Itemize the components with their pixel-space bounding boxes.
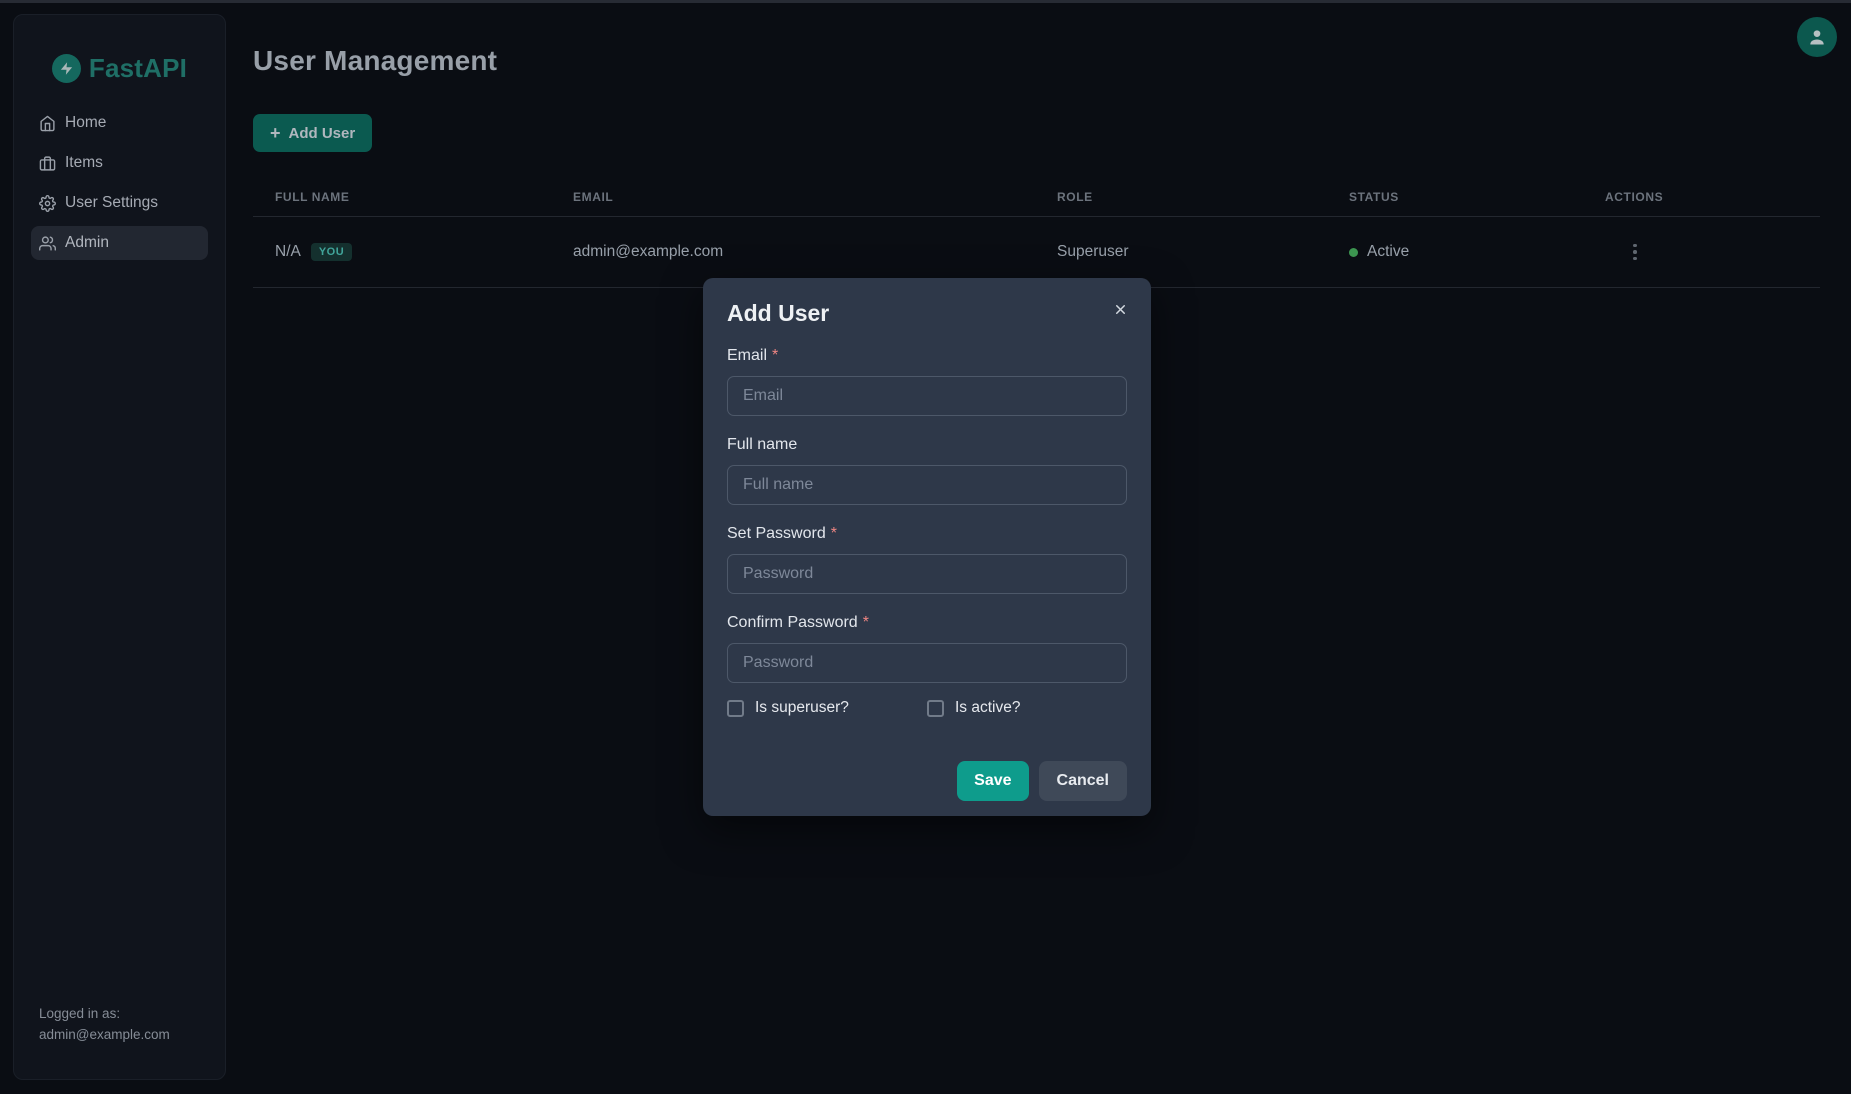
sidebar-item-items[interactable]: Items	[31, 146, 208, 180]
set-password-label: Set Password*	[727, 524, 1127, 544]
logged-in-footer: Logged in as: admin@example.com	[39, 1003, 170, 1045]
cancel-button[interactable]: Cancel	[1039, 761, 1127, 801]
set-password-field-group: Set Password*	[727, 524, 1127, 594]
sidebar-item-label: Admin	[65, 234, 109, 252]
column-header-email: EMAIL	[551, 190, 1035, 216]
modal-title: Add User	[727, 300, 1127, 327]
confirm-password-label: Confirm Password*	[727, 613, 1127, 633]
is-superuser-label: Is superuser?	[755, 699, 849, 717]
modal-actions: Save Cancel	[727, 761, 1127, 801]
sidebar-item-label: User Settings	[65, 194, 158, 212]
is-superuser-checkbox[interactable]	[727, 700, 744, 717]
column-header-full-name: FULL NAME	[253, 190, 551, 216]
active-status-dot-icon	[1349, 248, 1358, 257]
logged-in-email: admin@example.com	[39, 1024, 170, 1045]
add-user-button-label: Add User	[289, 125, 356, 142]
sidebar-item-label: Home	[65, 114, 106, 132]
cell-status: Active	[1327, 243, 1583, 261]
cell-email: admin@example.com	[551, 243, 1035, 261]
is-active-checkbox[interactable]	[927, 700, 944, 717]
full-name-label: Full name	[727, 435, 1127, 455]
lightning-bolt-icon	[52, 54, 81, 83]
is-active-checkbox-group[interactable]: Is active?	[927, 699, 1127, 717]
column-header-status: STATUS	[1327, 190, 1583, 216]
full-name-input[interactable]	[727, 465, 1127, 505]
sidebar-item-home[interactable]: Home	[31, 106, 208, 140]
close-button[interactable]	[1106, 295, 1134, 323]
status-value: Active	[1367, 243, 1409, 261]
cell-role: Superuser	[1035, 243, 1327, 261]
page-title: User Management	[253, 0, 1820, 78]
confirm-password-field-group: Confirm Password*	[727, 613, 1127, 683]
cell-actions	[1583, 240, 1820, 265]
sidebar-item-label: Items	[65, 154, 103, 172]
save-button[interactable]: Save	[957, 761, 1028, 801]
column-header-role: ROLE	[1035, 190, 1327, 216]
email-field-group: Email*	[727, 346, 1127, 416]
email-input[interactable]	[727, 376, 1127, 416]
checkbox-row: Is superuser? Is active?	[727, 699, 1127, 717]
set-password-input[interactable]	[727, 554, 1127, 594]
full-name-value: N/A	[275, 243, 301, 261]
is-superuser-checkbox-group[interactable]: Is superuser?	[727, 699, 927, 717]
add-user-button[interactable]: + Add User	[253, 114, 372, 152]
logged-in-label: Logged in as:	[39, 1003, 170, 1024]
required-asterisk: *	[863, 614, 869, 631]
users-table: FULL NAME EMAIL ROLE STATUS ACTIONS N/A …	[253, 190, 1820, 288]
add-user-modal: Add User Email* Full name Set Password* …	[703, 278, 1151, 816]
sidebar-item-admin[interactable]: Admin	[31, 226, 208, 260]
users-icon	[39, 235, 56, 252]
close-icon	[1113, 302, 1128, 317]
email-label: Email*	[727, 346, 1127, 366]
plus-icon: +	[270, 124, 281, 142]
table-header-row: FULL NAME EMAIL ROLE STATUS ACTIONS	[253, 190, 1820, 217]
confirm-password-input[interactable]	[727, 643, 1127, 683]
kebab-menu-icon[interactable]	[1629, 240, 1641, 265]
required-asterisk: *	[831, 525, 837, 542]
briefcase-icon	[39, 155, 56, 172]
account-menu-button[interactable]	[1797, 17, 1837, 57]
gear-icon	[39, 195, 56, 212]
you-badge: YOU	[311, 243, 352, 261]
is-active-label: Is active?	[955, 699, 1020, 717]
sidebar-nav: Home Items User Settings Admin	[14, 106, 225, 260]
column-header-actions: ACTIONS	[1583, 190, 1820, 216]
brand-logo: FastAPI	[14, 53, 225, 84]
top-edge-strip	[0, 0, 1851, 3]
brand-name: FastAPI	[89, 53, 187, 84]
required-asterisk: *	[772, 347, 778, 364]
home-icon	[39, 115, 56, 132]
main-content: User Management + Add User FULL NAME EMA…	[226, 0, 1851, 288]
full-name-field-group: Full name	[727, 435, 1127, 505]
user-avatar-icon	[1807, 27, 1827, 47]
sidebar-item-user-settings[interactable]: User Settings	[31, 186, 208, 220]
cell-full-name: N/A YOU	[253, 243, 551, 261]
sidebar: FastAPI Home Items User Settings Admin L…	[13, 14, 226, 1080]
